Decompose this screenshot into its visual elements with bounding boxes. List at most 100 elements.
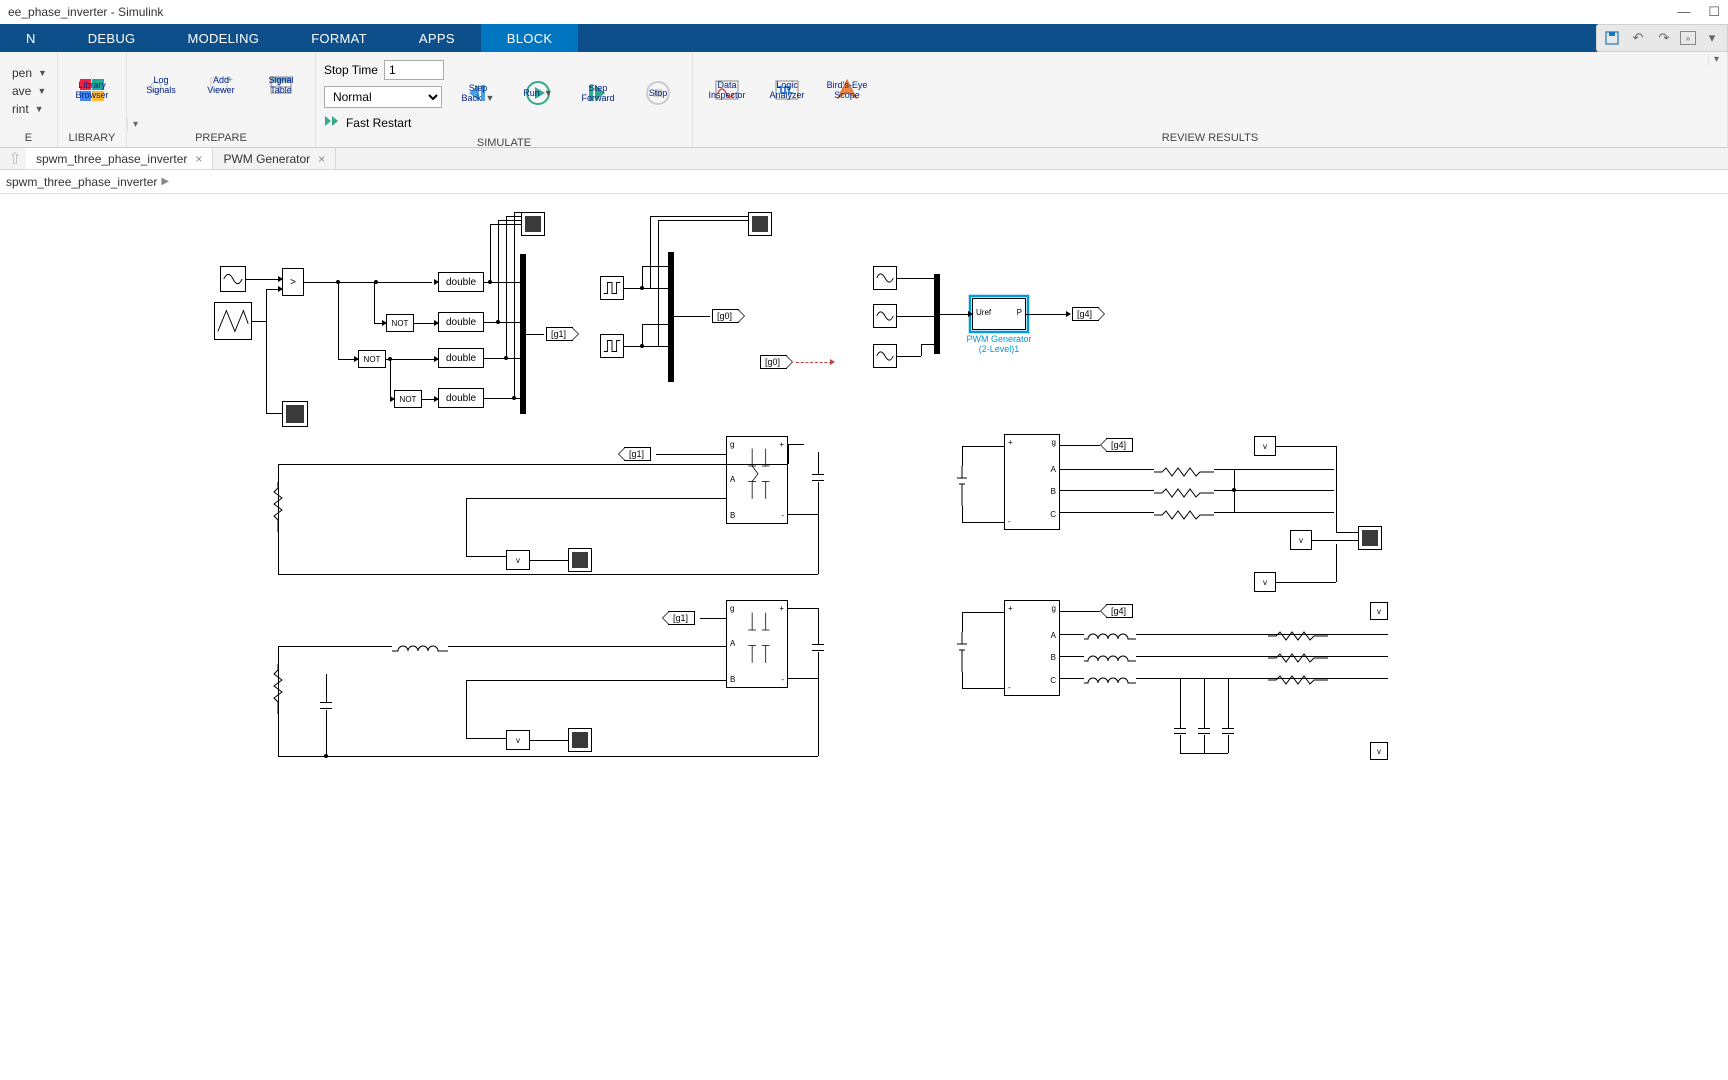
not-block[interactable]: NOT (394, 390, 422, 408)
redo-icon[interactable]: ↷ (1654, 28, 1674, 48)
bridge3-block[interactable]: g + - A B C (1004, 434, 1060, 530)
quick-access-toolbar: ↶ ↷ » ▾ (1596, 24, 1728, 52)
logic-analyzer-button[interactable]: Logic Analyzer (761, 56, 813, 126)
pwm-generator-block[interactable]: Uref P (972, 298, 1026, 330)
expand-icon[interactable]: » (1680, 31, 1696, 45)
window-controls: — ☐ (1677, 4, 1720, 20)
not-block[interactable]: NOT (358, 350, 386, 368)
toolstrip-tabs: N DEBUG MODELING FORMAT APPS BLOCK ↶ ↷ »… (0, 24, 1728, 52)
qat-dropdown-icon[interactable]: ▾ (1702, 28, 1722, 48)
birds-eye-button[interactable]: Bird's-Eye Scope (821, 56, 873, 126)
prepare-expand[interactable]: ▾ (127, 119, 143, 130)
breadcrumb-root[interactable]: spwm_three_phase_inverter (6, 175, 157, 189)
doctab-pwm[interactable]: PWM Generator× (213, 148, 336, 169)
voltage-measurement-block[interactable]: v (1254, 436, 1276, 456)
fast-restart-icon (324, 114, 340, 131)
close-tab-icon[interactable]: × (195, 152, 202, 166)
maximize-button[interactable]: ☐ (1708, 4, 1720, 20)
open-button[interactable]: pen▼ (10, 65, 49, 81)
ribbon: pen▼ ave▼ rint▼ E Library Browser LIBRAR… (0, 52, 1728, 148)
from-tag[interactable]: [g4] (1106, 438, 1133, 452)
window-title: ee_phase_inverter - Simulink (8, 5, 163, 19)
signal-table-button[interactable]: Signal Table (255, 56, 307, 115)
mux-block[interactable] (668, 252, 674, 382)
library-browser-button[interactable]: Library Browser (66, 56, 118, 126)
voltage-measurement-block[interactable]: v (1370, 742, 1388, 760)
goto-tag[interactable]: [g0] (712, 309, 739, 323)
fast-restart-button[interactable]: Fast Restart (324, 114, 444, 131)
voltage-measurement-block[interactable]: v (506, 730, 530, 750)
log-signals-button[interactable]: Log Signals (135, 56, 187, 115)
from-tag[interactable]: [g4] (1106, 604, 1133, 618)
triangle-block[interactable] (214, 302, 252, 340)
model-canvas[interactable]: > NOT NOT NOT double double double doubl… (0, 194, 1728, 1080)
group-prepare-label: PREPARE (127, 130, 315, 147)
document-tabs: ⇧ spwm_three_phase_inverter× PWM Generat… (0, 148, 1728, 170)
titlebar: ee_phase_inverter - Simulink — ☐ (0, 0, 1728, 24)
port-label: Uref (976, 308, 991, 317)
scope-block[interactable] (1358, 526, 1382, 550)
tab-simulation[interactable]: N (0, 24, 62, 52)
sine-block[interactable] (220, 266, 246, 292)
datatype-block[interactable]: double (438, 388, 484, 408)
bridge-block[interactable]: g + - A B (726, 436, 788, 524)
run-button[interactable]: Run▼ (512, 56, 564, 131)
stop-button[interactable]: Stop (632, 56, 684, 131)
step-forward-button[interactable]: Step Forward (572, 56, 624, 131)
chevron-right-icon: ▶ (161, 176, 169, 187)
voltage-measurement-block[interactable]: v (1254, 572, 1276, 592)
print-button[interactable]: rint▼ (10, 101, 49, 117)
tab-modeling[interactable]: MODELING (161, 24, 285, 52)
goto-tag[interactable]: [g4] (1072, 307, 1099, 321)
sine-block[interactable] (873, 304, 897, 328)
bridge3-block[interactable]: g + - A B C (1004, 600, 1060, 696)
scope-block[interactable] (568, 548, 592, 572)
sine-block[interactable] (873, 266, 897, 290)
voltage-measurement-block[interactable]: v (1370, 602, 1388, 620)
voltage-measurement-block[interactable]: v (1290, 530, 1312, 550)
close-tab-icon[interactable]: × (318, 152, 325, 166)
step-back-button[interactable]: Step Back▼ (452, 56, 504, 131)
save-button[interactable]: ave▼ (10, 83, 49, 99)
undo-icon[interactable]: ↶ (1628, 28, 1648, 48)
stop-time-input[interactable] (384, 60, 444, 80)
minimize-button[interactable]: — (1677, 4, 1690, 20)
from-tag[interactable]: [g1] (668, 611, 695, 625)
group-simulate-label: SIMULATE (316, 135, 692, 152)
group-review-label: REVIEW RESULTS (693, 130, 1727, 147)
scope-block[interactable] (521, 212, 545, 236)
add-viewer-button[interactable]: + Add Viewer (195, 56, 247, 115)
data-inspector-button[interactable]: Data Inspector (701, 56, 753, 126)
pulse-block[interactable] (600, 276, 624, 300)
tab-apps[interactable]: APPS (393, 24, 481, 52)
not-block[interactable]: NOT (386, 314, 414, 332)
sine-block[interactable] (873, 344, 897, 368)
tab-format[interactable]: FORMAT (285, 24, 393, 52)
voltage-measurement-block[interactable]: v (506, 550, 530, 570)
review-expand[interactable]: ▾ (1708, 54, 1724, 65)
group-library-label: LIBRARY (58, 130, 126, 147)
nav-up-icon[interactable]: ⇧ (4, 148, 26, 169)
datatype-block[interactable]: double (438, 348, 484, 368)
goto-tag[interactable]: [g1] (546, 327, 573, 341)
save-icon[interactable] (1602, 28, 1622, 48)
bridge-block[interactable]: g + - A B (726, 600, 788, 688)
datatype-block[interactable]: double (438, 312, 484, 332)
breadcrumb: spwm_three_phase_inverter ▶ (0, 170, 1728, 194)
tab-debug[interactable]: DEBUG (62, 24, 162, 52)
from-tag[interactable]: [g1] (624, 447, 651, 461)
pulse-block[interactable] (600, 334, 624, 358)
from-tag[interactable]: [g0] (760, 355, 787, 369)
sim-mode-select[interactable]: Normal (324, 86, 442, 108)
datatype-block[interactable]: double (438, 272, 484, 292)
relational-operator-block[interactable]: > (282, 268, 304, 296)
scope-block[interactable] (748, 212, 772, 236)
doctab-model[interactable]: spwm_three_phase_inverter× (26, 148, 213, 169)
block-name-label: PWM Generator (2-Level)1 (962, 334, 1036, 354)
group-file-label: E (0, 130, 57, 147)
port-label: P (1017, 308, 1022, 317)
scope-block[interactable] (282, 401, 308, 427)
scope-block[interactable] (568, 728, 592, 752)
tab-block[interactable]: BLOCK (481, 24, 579, 52)
stop-time-label: Stop Time (324, 63, 378, 77)
